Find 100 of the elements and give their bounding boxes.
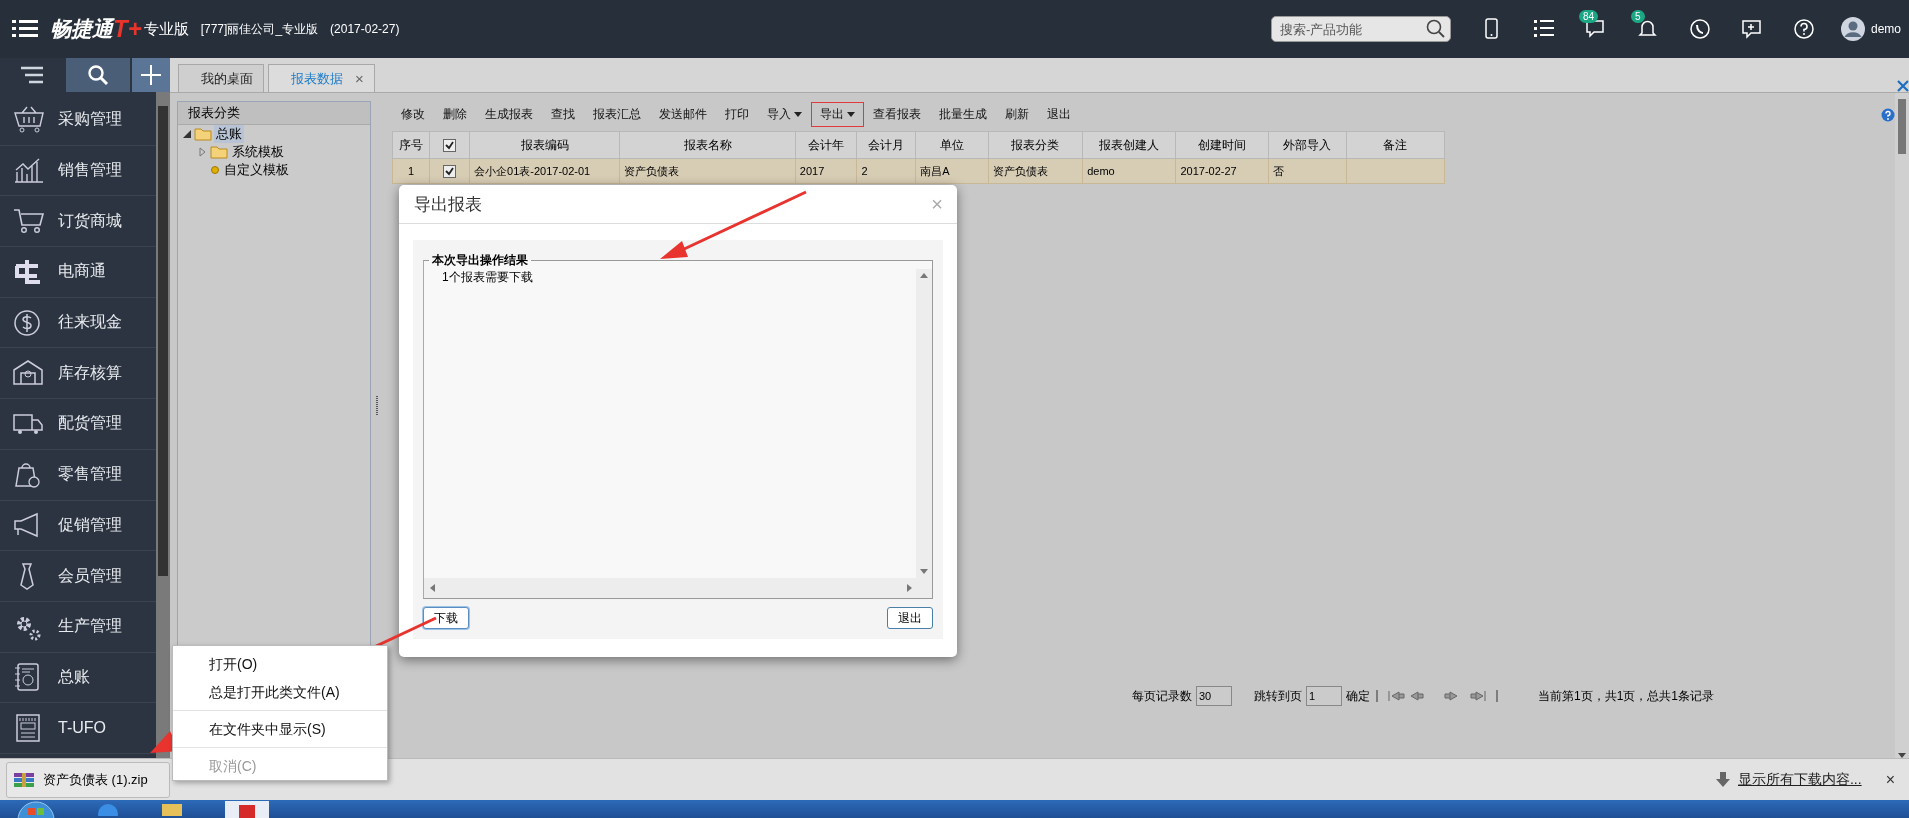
- download-icon: [1716, 771, 1730, 788]
- panel-header: 报表分类: [178, 102, 370, 125]
- scroll-down-icon[interactable]: [920, 569, 928, 574]
- menu-item[interactable]: 打开(O): [173, 650, 387, 678]
- group-title: 本次导出操作结果: [431, 252, 529, 269]
- scrollbar[interactable]: [424, 578, 932, 598]
- page-summary: 当前第1页，共1页，总共1条记录: [1538, 687, 1715, 705]
- toolbar-button[interactable]: 发送邮件: [650, 102, 716, 127]
- table-row[interactable]: 1 会小企01表-2017-02-01 资产负债表 2017 2 南昌A 资产负债表 demo 2017-02-27 否: [392, 158, 1445, 184]
- count-badge: 5: [1630, 10, 1645, 23]
- download-button[interactable]: 下载: [423, 607, 469, 629]
- add-button[interactable]: [132, 58, 170, 92]
- scroll-up-icon[interactable]: [920, 273, 928, 278]
- sidebar-item[interactable]: 电商通: [0, 247, 156, 298]
- table-cell: 资产负债表: [624, 164, 680, 177]
- toolbar-button[interactable]: 查找: [542, 102, 584, 127]
- feedback-icon[interactable]: [1740, 18, 1763, 40]
- column-header: 会计年: [808, 137, 845, 152]
- column-header: 报表名称: [683, 137, 732, 152]
- result-message: 1个报表需要下载: [441, 269, 534, 286]
- scrollbar[interactable]: [1895, 93, 1909, 758]
- scroll-left-icon[interactable]: [430, 584, 435, 592]
- user-name[interactable]: demo: [1870, 22, 1901, 36]
- close-tab-button[interactable]: ×: [355, 70, 364, 87]
- column-header: 创建时间: [1198, 137, 1247, 152]
- table-cell: demo: [1087, 165, 1115, 177]
- tree-item[interactable]: 系统模板: [230, 143, 286, 161]
- caret-icon: [794, 112, 802, 117]
- tab[interactable]: 报表数据 ×: [268, 64, 375, 92]
- archive-icon: [13, 770, 35, 789]
- check-icon: [445, 141, 454, 151]
- app-icon[interactable]: [224, 800, 270, 818]
- search-field[interactable]: 搜索-产品功能: [1270, 16, 1451, 42]
- toolbar-button[interactable]: 生成报表: [476, 102, 542, 127]
- toolbar-button[interactable]: 修改: [392, 102, 434, 127]
- download-item[interactable]: 资产负债表 (1).zip: [6, 761, 170, 798]
- show-all-downloads-link[interactable]: 显示所有下载内容...: [1738, 770, 1862, 789]
- avatar-icon[interactable]: [1840, 17, 1865, 41]
- scrollbar[interactable]: [156, 92, 170, 758]
- folder-icon: [194, 127, 212, 141]
- toolbar-button[interactable]: 批量生成: [930, 102, 996, 127]
- menu-item[interactable]: 总是打开此类文件(A): [173, 678, 387, 706]
- search-button[interactable]: [66, 58, 130, 92]
- toolbar-button[interactable]: 打印: [716, 102, 758, 127]
- toolbar-button[interactable]: 退出: [1038, 102, 1080, 127]
- table-cell: 南昌A: [920, 164, 950, 177]
- exit-button[interactable]: 退出: [887, 607, 933, 629]
- column-header: 会计月: [868, 137, 905, 152]
- expand-icon[interactable]: [198, 147, 208, 157]
- collapse-icon[interactable]: [182, 129, 192, 139]
- toolbar-button[interactable]: 查看报表: [864, 102, 930, 127]
- start-button-icon[interactable]: [16, 800, 56, 818]
- menu-icon[interactable]: [12, 19, 38, 39]
- field-label: 每页记录数: [1132, 687, 1192, 705]
- scroll-thumb[interactable]: [1898, 99, 1906, 154]
- page-number-field[interactable]: 1: [1306, 686, 1342, 706]
- tab[interactable]: 我的桌面: [178, 64, 264, 92]
- resize-handle-icon[interactable]: [375, 395, 379, 416]
- column-header: 报表分类: [1011, 137, 1060, 152]
- plus-icon: [140, 64, 162, 86]
- list-icon[interactable]: [1532, 18, 1555, 40]
- table-cell: 资产负债表: [992, 164, 1048, 177]
- chat-icon[interactable]: [1584, 18, 1607, 40]
- edition-label: 专业版: [143, 19, 189, 39]
- toolbar-button[interactable]: 删除: [434, 102, 476, 127]
- checkbox[interactable]: [443, 139, 456, 153]
- tree-item[interactable]: 自定义模板: [222, 161, 291, 179]
- checkbox[interactable]: [443, 164, 456, 178]
- column-header: 报表编码: [520, 137, 569, 152]
- scrollbar[interactable]: [916, 269, 932, 578]
- confirm-link[interactable]: 确定: [1346, 687, 1370, 705]
- basket-icon: [12, 104, 44, 135]
- page-size-field[interactable]: 30: [1196, 686, 1232, 706]
- dialog-title: 导出报表: [414, 193, 483, 216]
- column-header: 报表创建人: [1099, 137, 1160, 152]
- menu-icon: [20, 66, 44, 84]
- toolbar-button[interactable]: 刷新: [996, 102, 1038, 127]
- table-cell: 2: [861, 165, 868, 177]
- phone-call-icon[interactable]: [1688, 18, 1711, 40]
- caret-icon: [847, 112, 855, 117]
- check-icon: [445, 166, 454, 176]
- login-date: (2017-02-27): [330, 22, 400, 36]
- column-header: 序号: [398, 137, 423, 152]
- field-label: 跳转到页: [1254, 687, 1302, 705]
- table-cell: 2017-02-27: [1180, 165, 1237, 177]
- table-cell: 否: [1272, 164, 1284, 177]
- toolbar-button[interactable]: 报表汇总: [584, 102, 650, 127]
- brand-name: 畅捷通: [50, 16, 113, 42]
- company-name: [777]丽佳公司_专业版: [200, 20, 319, 38]
- menu-item[interactable]: 在文件夹中显示(S): [173, 710, 387, 743]
- search-icon: [1425, 19, 1446, 39]
- close-icon[interactable]: [1897, 80, 1909, 92]
- tree-item[interactable]: 总账: [214, 125, 244, 143]
- toolbar-button[interactable]: 导入: [758, 102, 811, 127]
- toolbar-button[interactable]: 导出: [811, 102, 864, 127]
- scroll-right-icon[interactable]: [907, 584, 912, 592]
- help-icon[interactable]: [1792, 18, 1815, 40]
- folder-icon: [210, 145, 228, 159]
- scroll-thumb[interactable]: [158, 106, 168, 576]
- close-button[interactable]: ×: [1885, 770, 1895, 789]
